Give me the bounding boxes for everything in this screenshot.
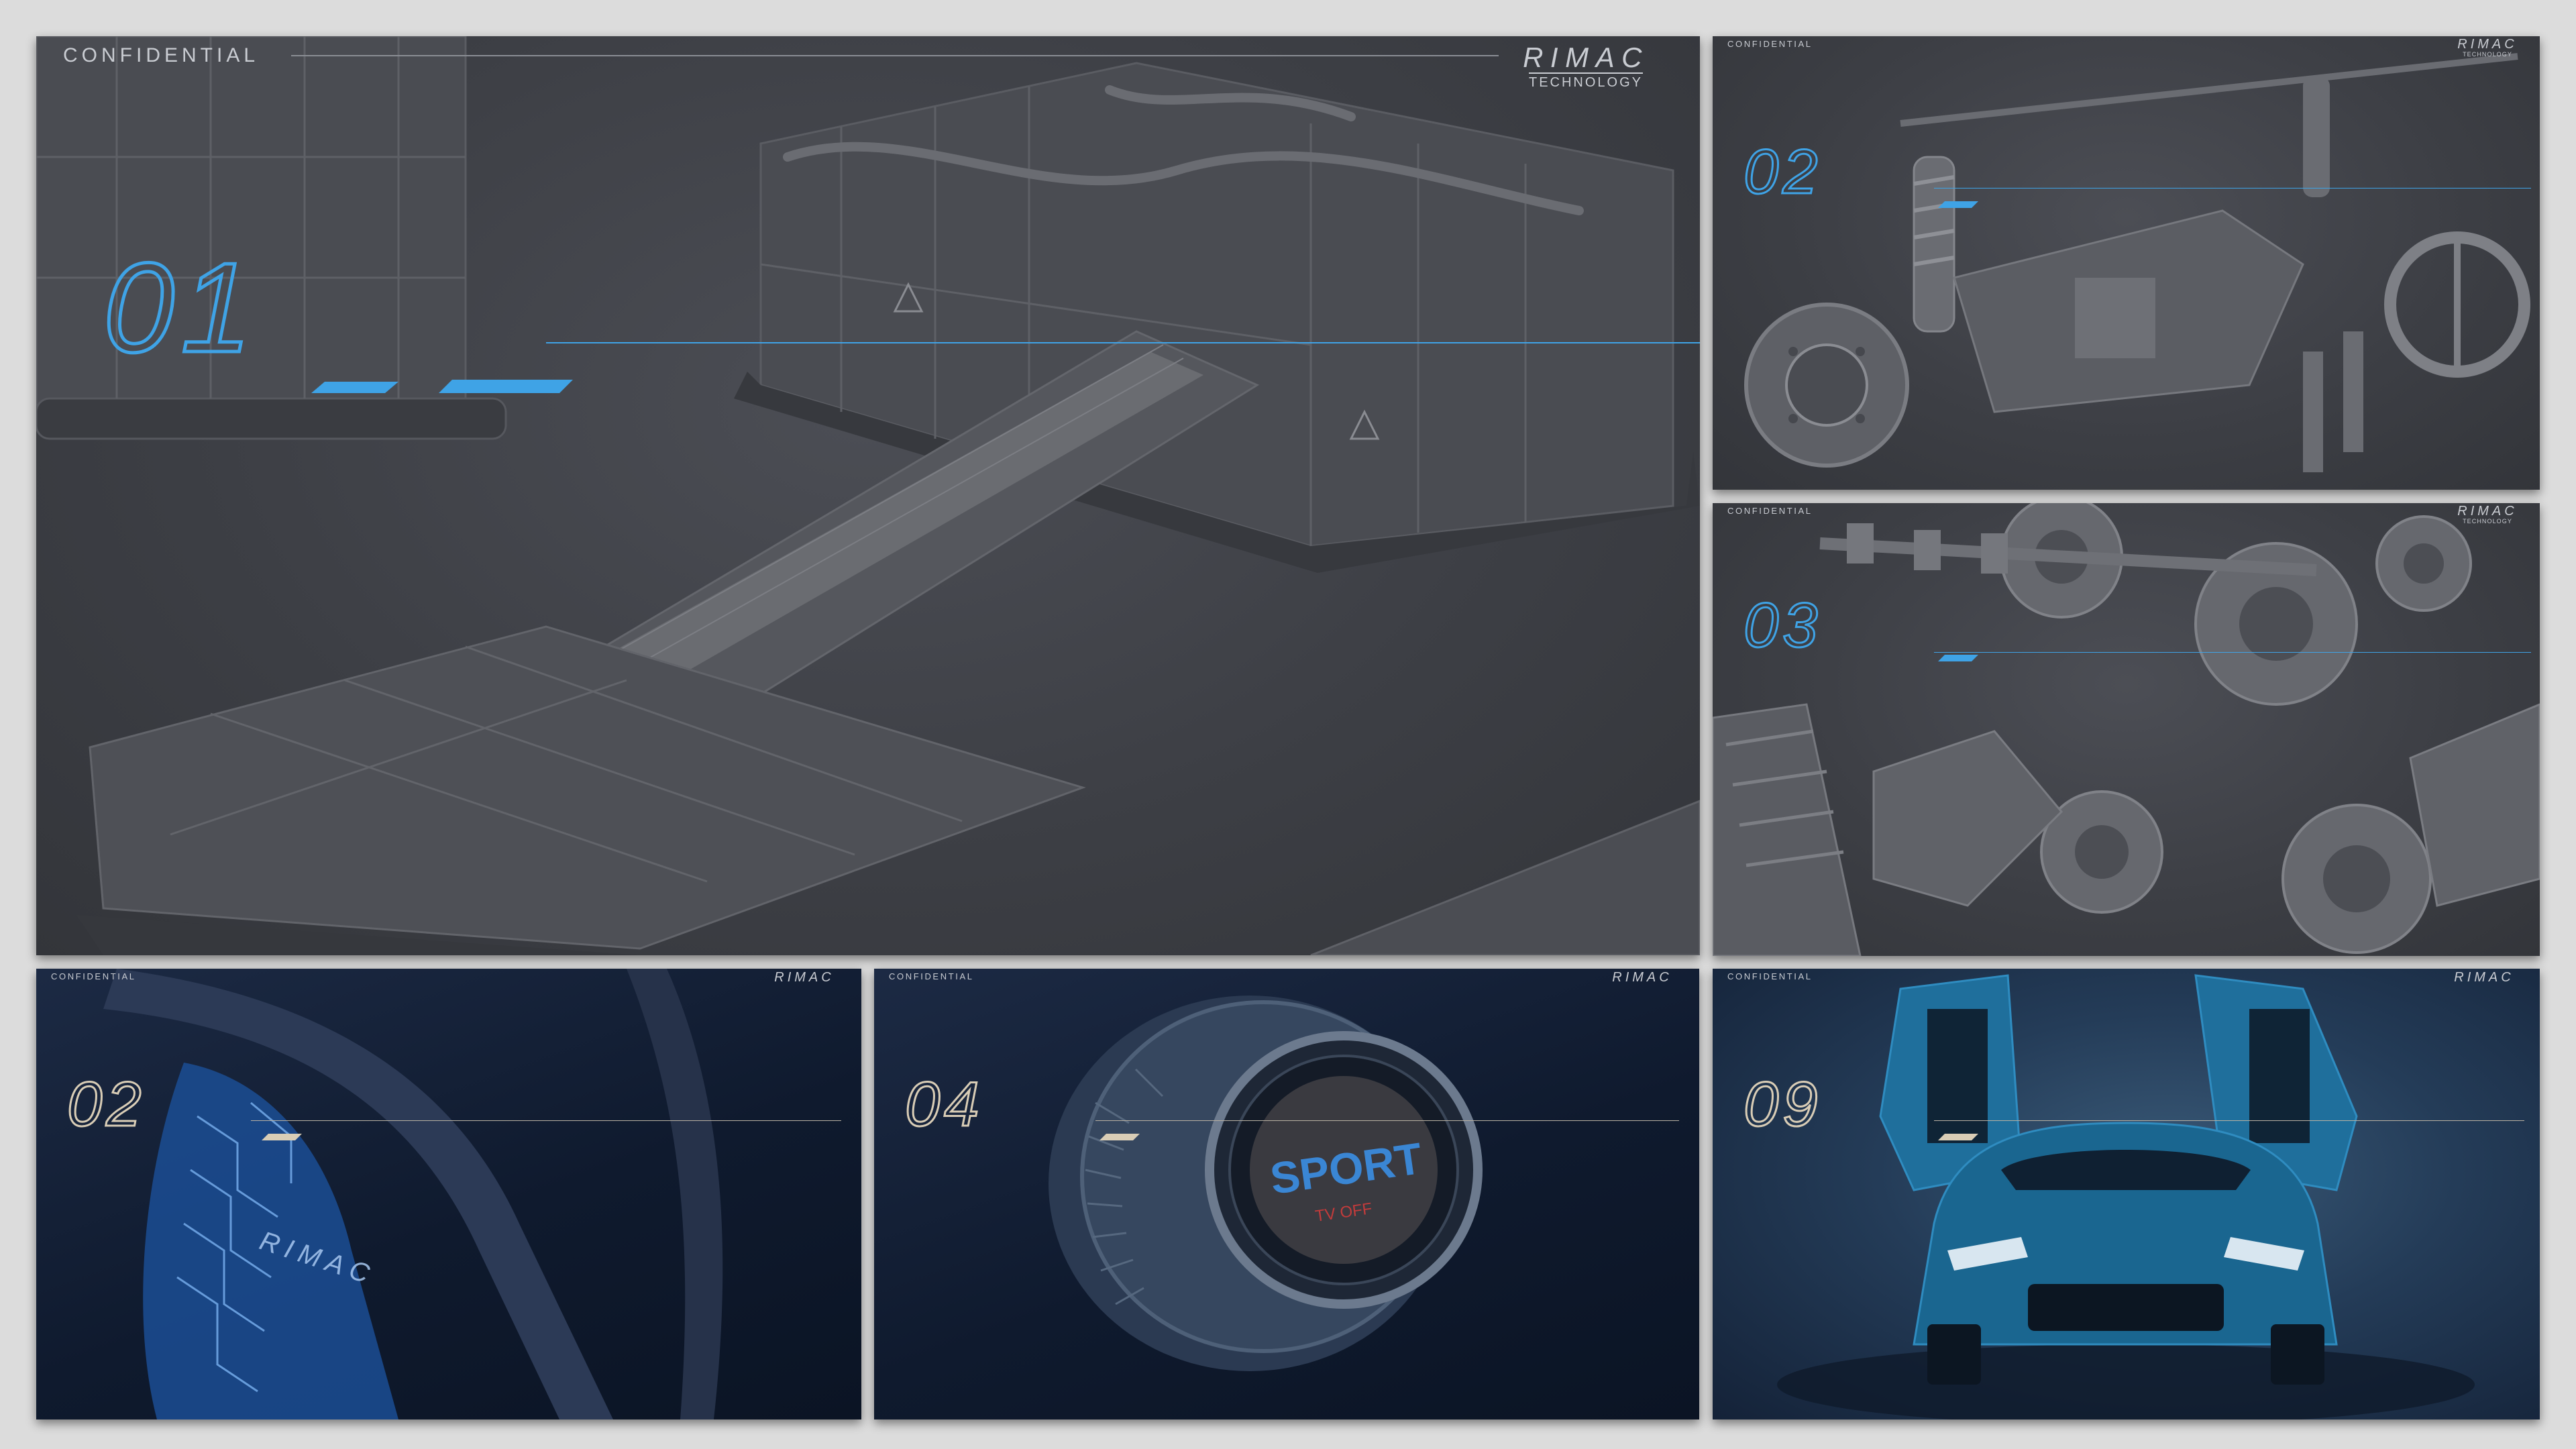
section-number-04: 04: [905, 1069, 1140, 1140]
logo-wordmark: RIMAC: [2457, 504, 2518, 519]
header-rule: [291, 55, 1499, 56]
logo-subtitle: TECHNOLOGY: [2463, 51, 2512, 58]
battery-pack-illustration: [36, 36, 1700, 955]
slide-01-battery[interactable]: CONFIDENTIAL RIMAC TECHNOLOGY 01: [36, 36, 1700, 955]
section-rule: [251, 1120, 841, 1121]
confidential-label: CONFIDENTIAL: [889, 971, 974, 981]
confidential-label: CONFIDENTIAL: [63, 44, 260, 66]
logo-subtitle: TECHNOLOGY: [2463, 518, 2512, 525]
section-number-text: 09: [1743, 1069, 1822, 1139]
section-number-text: 02: [1743, 137, 1822, 207]
rimac-logo: RIMAC: [1612, 970, 1672, 985]
section-rule: [1934, 188, 2531, 189]
suspension-illustration: [1744, 53, 2530, 472]
confidential-label: CONFIDENTIAL: [51, 971, 136, 981]
slide-05-drive-knob[interactable]: SPORT TV OFF CONFIDENTIAL RIMAC 04: [874, 969, 1699, 1419]
section-number-02: 02: [67, 1069, 302, 1140]
logo-wordmark: RIMAC: [1523, 42, 1649, 73]
section-rule: [1095, 1120, 1679, 1121]
section-number-text: 04: [905, 1069, 983, 1139]
section-number-09: 09: [1743, 1069, 1978, 1140]
gearbox-illustration: [1713, 503, 2540, 956]
section-rule: [546, 342, 1700, 343]
section-rule: [1934, 652, 2531, 653]
hypercar-photo: [1777, 974, 2475, 1419]
slide-02-suspension[interactable]: CONFIDENTIAL RIMAC TECHNOLOGY 02: [1713, 36, 2540, 490]
steering-wheel-photo: [103, 969, 723, 1419]
section-number-03: 03: [1743, 590, 1978, 661]
section-number-02: 02: [1743, 137, 1978, 208]
section-rule: [1934, 1120, 2524, 1121]
slide-06-hypercar[interactable]: CONFIDENTIAL RIMAC 09: [1713, 969, 2540, 1419]
slide-04-steering[interactable]: RIMAC CONFIDENTIAL RIMAC 02: [36, 969, 861, 1419]
section-number-text: 03: [1743, 590, 1822, 660]
slide-03-gearbox[interactable]: CONFIDENTIAL RIMAC TECHNOLOGY 03: [1713, 503, 2540, 956]
confidential-label: CONFIDENTIAL: [1727, 506, 1813, 516]
rimac-logo: RIMAC TECHNOLOGY: [2444, 504, 2531, 525]
rimac-logo: RIMAC: [2454, 970, 2514, 985]
rimac-logo: RIMAC: [774, 970, 835, 985]
confidential-label: CONFIDENTIAL: [1727, 971, 1813, 981]
confidential-label: CONFIDENTIAL: [1727, 39, 1813, 49]
section-number-01: 01: [103, 237, 573, 393]
rimac-logo: RIMAC TECHNOLOGY: [2444, 38, 2531, 58]
rimac-logo: RIMAC TECHNOLOGY: [1499, 43, 1673, 91]
logo-subtitle: TECHNOLOGY: [1528, 72, 1644, 91]
logo-wordmark: RIMAC: [2457, 37, 2518, 52]
section-number-text: 02: [67, 1069, 146, 1139]
section-number-text: 01: [103, 237, 258, 379]
